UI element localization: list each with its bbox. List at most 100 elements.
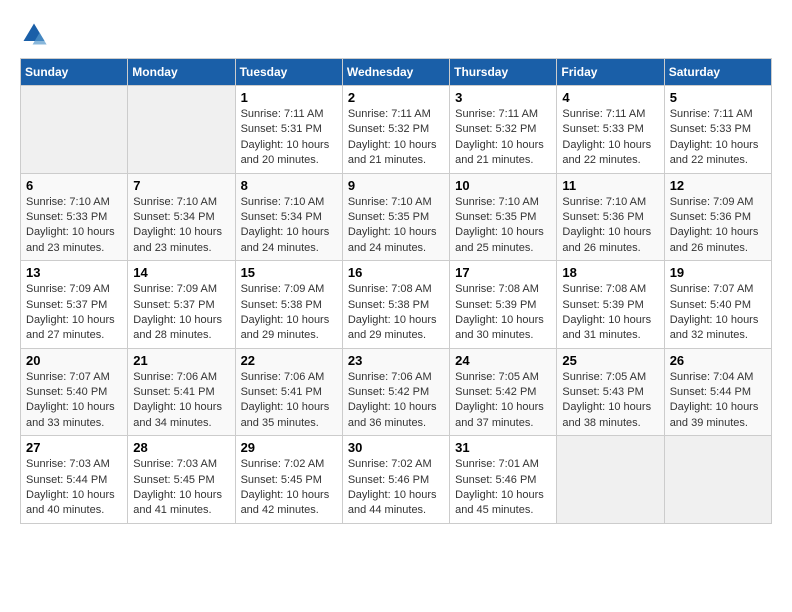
- calendar-cell: 12 Sunrise: 7:09 AM Sunset: 5:36 PM Dayl…: [664, 173, 771, 261]
- calendar-cell: 22 Sunrise: 7:06 AM Sunset: 5:41 PM Dayl…: [235, 348, 342, 436]
- calendar-cell: 28 Sunrise: 7:03 AM Sunset: 5:45 PM Dayl…: [128, 436, 235, 524]
- sunrise: Sunrise: 7:07 AM: [26, 371, 110, 383]
- daylight: Daylight: 10 hours and 30 minutes.: [455, 314, 544, 341]
- sunrise: Sunrise: 7:11 AM: [348, 108, 431, 120]
- day-number: 17: [455, 265, 551, 280]
- daylight: Daylight: 10 hours and 40 minutes.: [26, 489, 115, 516]
- day-info: Sunrise: 7:08 AM Sunset: 5:38 PM Dayligh…: [348, 282, 444, 344]
- daylight: Daylight: 10 hours and 37 minutes.: [455, 401, 544, 428]
- sunset: Sunset: 5:42 PM: [455, 386, 536, 398]
- logo: [20, 20, 52, 48]
- sunrise: Sunrise: 7:10 AM: [133, 196, 217, 208]
- day-number: 2: [348, 90, 444, 105]
- calendar-cell: 14 Sunrise: 7:09 AM Sunset: 5:37 PM Dayl…: [128, 261, 235, 349]
- sunset: Sunset: 5:37 PM: [133, 299, 214, 311]
- header-day: Sunday: [21, 59, 128, 86]
- day-info: Sunrise: 7:09 AM Sunset: 5:38 PM Dayligh…: [241, 282, 337, 344]
- header-day: Tuesday: [235, 59, 342, 86]
- sunset: Sunset: 5:36 PM: [670, 211, 751, 223]
- calendar-cell: 3 Sunrise: 7:11 AM Sunset: 5:32 PM Dayli…: [450, 86, 557, 174]
- day-number: 30: [348, 440, 444, 455]
- day-info: Sunrise: 7:10 AM Sunset: 5:34 PM Dayligh…: [133, 195, 229, 257]
- calendar-cell: 1 Sunrise: 7:11 AM Sunset: 5:31 PM Dayli…: [235, 86, 342, 174]
- sunset: Sunset: 5:44 PM: [670, 386, 751, 398]
- calendar-cell: 17 Sunrise: 7:08 AM Sunset: 5:39 PM Dayl…: [450, 261, 557, 349]
- sunset: Sunset: 5:38 PM: [348, 299, 429, 311]
- sunset: Sunset: 5:33 PM: [26, 211, 107, 223]
- sunrise: Sunrise: 7:08 AM: [455, 283, 539, 295]
- sunset: Sunset: 5:33 PM: [562, 123, 643, 135]
- header-row: SundayMondayTuesdayWednesdayThursdayFrid…: [21, 59, 772, 86]
- sunset: Sunset: 5:34 PM: [241, 211, 322, 223]
- day-info: Sunrise: 7:06 AM Sunset: 5:41 PM Dayligh…: [241, 370, 337, 432]
- day-info: Sunrise: 7:06 AM Sunset: 5:42 PM Dayligh…: [348, 370, 444, 432]
- daylight: Daylight: 10 hours and 29 minutes.: [241, 314, 330, 341]
- header-day: Wednesday: [342, 59, 449, 86]
- calendar-cell: 25 Sunrise: 7:05 AM Sunset: 5:43 PM Dayl…: [557, 348, 664, 436]
- calendar-cell: 23 Sunrise: 7:06 AM Sunset: 5:42 PM Dayl…: [342, 348, 449, 436]
- daylight: Daylight: 10 hours and 31 minutes.: [562, 314, 651, 341]
- daylight: Daylight: 10 hours and 22 minutes.: [562, 139, 651, 166]
- day-number: 8: [241, 178, 337, 193]
- sunrise: Sunrise: 7:10 AM: [455, 196, 539, 208]
- calendar-cell: 15 Sunrise: 7:09 AM Sunset: 5:38 PM Dayl…: [235, 261, 342, 349]
- day-info: Sunrise: 7:11 AM Sunset: 5:33 PM Dayligh…: [670, 107, 766, 169]
- sunset: Sunset: 5:32 PM: [455, 123, 536, 135]
- day-number: 9: [348, 178, 444, 193]
- calendar-cell: 8 Sunrise: 7:10 AM Sunset: 5:34 PM Dayli…: [235, 173, 342, 261]
- sunset: Sunset: 5:33 PM: [670, 123, 751, 135]
- sunset: Sunset: 5:34 PM: [133, 211, 214, 223]
- calendar-cell: [664, 436, 771, 524]
- sunset: Sunset: 5:46 PM: [455, 474, 536, 486]
- calendar-cell: 13 Sunrise: 7:09 AM Sunset: 5:37 PM Dayl…: [21, 261, 128, 349]
- daylight: Daylight: 10 hours and 25 minutes.: [455, 226, 544, 253]
- day-info: Sunrise: 7:07 AM Sunset: 5:40 PM Dayligh…: [670, 282, 766, 344]
- calendar-cell: [128, 86, 235, 174]
- day-number: 23: [348, 353, 444, 368]
- daylight: Daylight: 10 hours and 36 minutes.: [348, 401, 437, 428]
- logo-icon: [20, 20, 48, 48]
- sunset: Sunset: 5:41 PM: [241, 386, 322, 398]
- day-info: Sunrise: 7:10 AM Sunset: 5:36 PM Dayligh…: [562, 195, 658, 257]
- sunset: Sunset: 5:38 PM: [241, 299, 322, 311]
- calendar-cell: 26 Sunrise: 7:04 AM Sunset: 5:44 PM Dayl…: [664, 348, 771, 436]
- calendar-cell: 7 Sunrise: 7:10 AM Sunset: 5:34 PM Dayli…: [128, 173, 235, 261]
- day-number: 6: [26, 178, 122, 193]
- calendar-cell: 6 Sunrise: 7:10 AM Sunset: 5:33 PM Dayli…: [21, 173, 128, 261]
- day-info: Sunrise: 7:10 AM Sunset: 5:33 PM Dayligh…: [26, 195, 122, 257]
- calendar-week: 6 Sunrise: 7:10 AM Sunset: 5:33 PM Dayli…: [21, 173, 772, 261]
- day-info: Sunrise: 7:03 AM Sunset: 5:45 PM Dayligh…: [133, 457, 229, 519]
- calendar-week: 1 Sunrise: 7:11 AM Sunset: 5:31 PM Dayli…: [21, 86, 772, 174]
- sunset: Sunset: 5:39 PM: [455, 299, 536, 311]
- sunrise: Sunrise: 7:11 AM: [241, 108, 324, 120]
- daylight: Daylight: 10 hours and 35 minutes.: [241, 401, 330, 428]
- sunrise: Sunrise: 7:10 AM: [26, 196, 110, 208]
- day-number: 18: [562, 265, 658, 280]
- sunrise: Sunrise: 7:05 AM: [455, 371, 539, 383]
- day-number: 1: [241, 90, 337, 105]
- calendar-cell: 11 Sunrise: 7:10 AM Sunset: 5:36 PM Dayl…: [557, 173, 664, 261]
- calendar-cell: 5 Sunrise: 7:11 AM Sunset: 5:33 PM Dayli…: [664, 86, 771, 174]
- day-number: 24: [455, 353, 551, 368]
- day-info: Sunrise: 7:10 AM Sunset: 5:35 PM Dayligh…: [455, 195, 551, 257]
- sunrise: Sunrise: 7:06 AM: [133, 371, 217, 383]
- calendar-cell: 16 Sunrise: 7:08 AM Sunset: 5:38 PM Dayl…: [342, 261, 449, 349]
- daylight: Daylight: 10 hours and 22 minutes.: [670, 139, 759, 166]
- daylight: Daylight: 10 hours and 39 minutes.: [670, 401, 759, 428]
- day-number: 31: [455, 440, 551, 455]
- calendar-cell: 20 Sunrise: 7:07 AM Sunset: 5:40 PM Dayl…: [21, 348, 128, 436]
- calendar-week: 13 Sunrise: 7:09 AM Sunset: 5:37 PM Dayl…: [21, 261, 772, 349]
- sunrise: Sunrise: 7:03 AM: [26, 458, 110, 470]
- day-number: 3: [455, 90, 551, 105]
- day-number: 4: [562, 90, 658, 105]
- day-number: 21: [133, 353, 229, 368]
- sunset: Sunset: 5:44 PM: [26, 474, 107, 486]
- day-info: Sunrise: 7:01 AM Sunset: 5:46 PM Dayligh…: [455, 457, 551, 519]
- sunset: Sunset: 5:43 PM: [562, 386, 643, 398]
- calendar-week: 27 Sunrise: 7:03 AM Sunset: 5:44 PM Dayl…: [21, 436, 772, 524]
- daylight: Daylight: 10 hours and 27 minutes.: [26, 314, 115, 341]
- calendar-cell: 27 Sunrise: 7:03 AM Sunset: 5:44 PM Dayl…: [21, 436, 128, 524]
- day-number: 27: [26, 440, 122, 455]
- sunset: Sunset: 5:35 PM: [348, 211, 429, 223]
- day-info: Sunrise: 7:08 AM Sunset: 5:39 PM Dayligh…: [562, 282, 658, 344]
